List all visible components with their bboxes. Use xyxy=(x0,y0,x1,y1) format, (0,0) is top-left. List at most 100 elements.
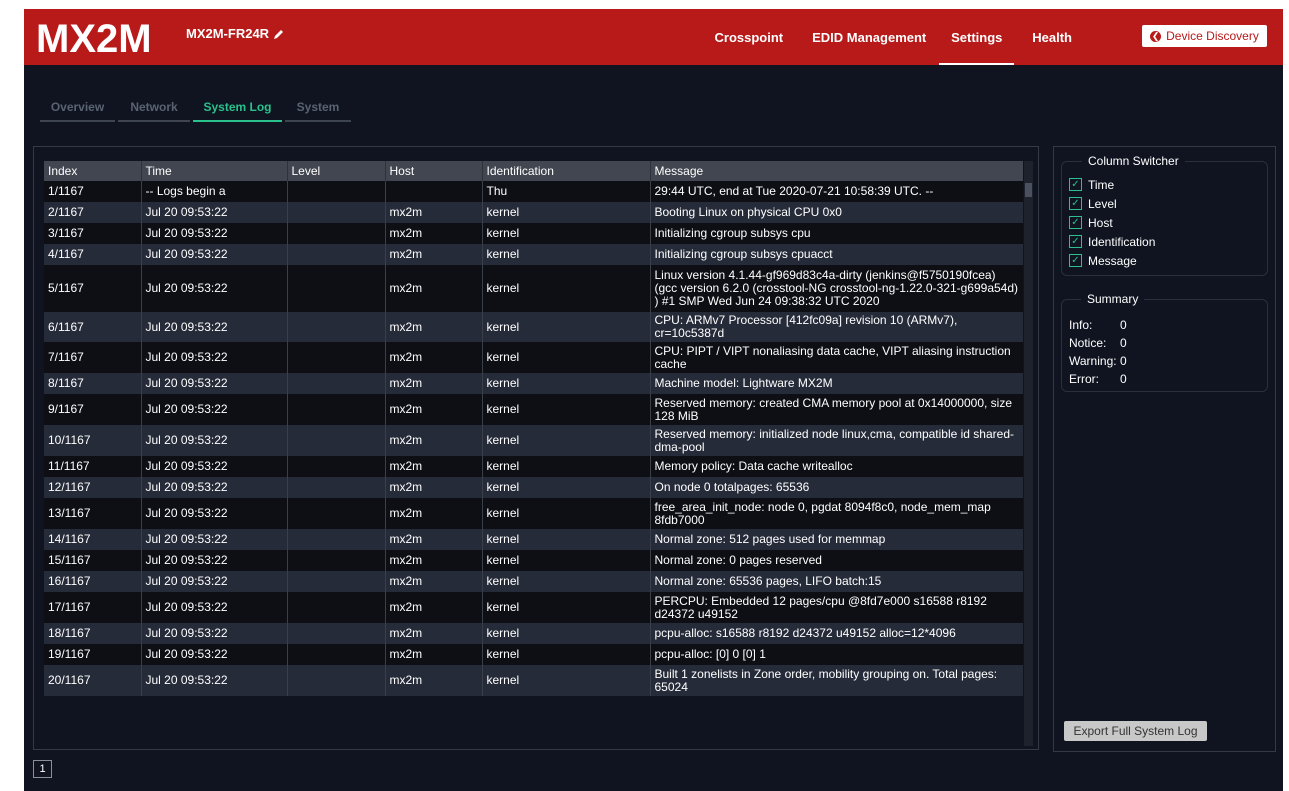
column-toggle-identification[interactable]: ✓ Identification xyxy=(1062,232,1155,251)
col-header-level[interactable]: Level xyxy=(287,161,386,181)
col-header-message[interactable]: Message xyxy=(650,161,1023,181)
cell-time: Jul 20 09:53:22 xyxy=(141,244,288,265)
device-name[interactable]: MX2M-FR24R xyxy=(186,26,285,41)
table-row[interactable]: 4/1167 Jul 20 09:53:22 mx2m kernel Initializ… xyxy=(44,244,1023,265)
cell-index: 1/1167 xyxy=(44,181,142,202)
col-header-index[interactable]: Index xyxy=(44,161,142,181)
checkbox-icon[interactable]: ✓ xyxy=(1069,216,1082,229)
cell-index: 7/1167 xyxy=(44,342,142,373)
cell-level xyxy=(287,394,386,425)
cell-level xyxy=(287,456,386,477)
col-header-host[interactable]: Host xyxy=(385,161,483,181)
table-row[interactable]: 10/1167 Jul 20 09:53:22 mx2m kernel Reserved… xyxy=(44,425,1023,456)
cell-index: 14/1167 xyxy=(44,529,142,550)
pagination-page-button[interactable]: 1 xyxy=(33,760,52,778)
tab-system-label: System xyxy=(296,100,340,114)
cell-identification: kernel xyxy=(482,477,651,498)
checkbox-icon[interactable]: ✓ xyxy=(1069,178,1082,191)
cell-message: pcpu-alloc: [0] 0 [0] 1 xyxy=(650,644,1023,665)
table-row[interactable]: 3/1167 Jul 20 09:53:22 mx2m kernel Initializ… xyxy=(44,223,1023,244)
tab-system-log[interactable]: System Log xyxy=(193,100,282,122)
checkbox-icon[interactable]: ✓ xyxy=(1069,254,1082,267)
cell-level xyxy=(287,592,386,623)
cell-index: 6/1167 xyxy=(44,312,142,342)
checkbox-icon[interactable]: ✓ xyxy=(1069,235,1082,248)
table-row[interactable]: 16/1167 Jul 20 09:53:22 mx2m kernel Normal z… xyxy=(44,571,1023,592)
table-row[interactable]: 12/1167 Jul 20 09:53:22 mx2m kernel On node … xyxy=(44,477,1023,498)
device-discovery-label: Device Discovery xyxy=(1166,29,1259,43)
summary-list: Info: 0 Notice: 0 Warning: 0 Error: 0 xyxy=(1069,316,1127,388)
table-row[interactable]: 2/1167 Jul 20 09:53:22 mx2m kernel Booting L… xyxy=(44,202,1023,223)
cell-index: 16/1167 xyxy=(44,571,142,592)
summary-row: Notice: 0 xyxy=(1069,334,1127,352)
table-row[interactable]: 5/1167 Jul 20 09:53:22 mx2m kernel Linux ver… xyxy=(44,265,1023,312)
column-toggle-label: Message xyxy=(1088,253,1137,268)
log-table-container[interactable]: Index Time Level Host Identification Mes… xyxy=(44,161,1023,746)
table-row[interactable]: 1/1167 -- Logs begin a Thu 29:44 UTC, end a… xyxy=(44,181,1023,202)
checkbox-icon[interactable]: ✓ xyxy=(1069,197,1082,210)
cell-time: Jul 20 09:53:22 xyxy=(141,223,288,244)
col-header-identification[interactable]: Identification xyxy=(482,161,651,181)
cell-host: mx2m xyxy=(385,394,483,425)
back-arrow-icon: ❮ xyxy=(1150,30,1162,42)
app-window: MX2M MX2M-FR24R Crosspoint EDID Manageme… xyxy=(24,9,1283,791)
table-row[interactable]: 19/1167 Jul 20 09:53:22 mx2m kernel pcpu-all… xyxy=(44,644,1023,665)
tab-system-log-label: System Log xyxy=(203,100,272,114)
col-header-time[interactable]: Time xyxy=(141,161,288,181)
cell-identification: kernel xyxy=(482,265,651,312)
column-toggle-message[interactable]: ✓ Message xyxy=(1062,251,1155,270)
nav-health[interactable]: Health xyxy=(1014,9,1072,65)
log-scrollbar[interactable] xyxy=(1024,161,1033,746)
table-row[interactable]: 18/1167 Jul 20 09:53:22 mx2m kernel pcpu-all… xyxy=(44,623,1023,644)
table-row[interactable]: 9/1167 Jul 20 09:53:22 mx2m kernel Reserved … xyxy=(44,394,1023,425)
table-row[interactable]: 8/1167 Jul 20 09:53:22 mx2m kernel Machine m… xyxy=(44,373,1023,394)
table-row[interactable]: 20/1167 Jul 20 09:53:22 mx2m kernel Built 1 … xyxy=(44,665,1023,696)
header-bar: MX2M MX2M-FR24R Crosspoint EDID Manageme… xyxy=(24,9,1283,65)
cell-level xyxy=(287,623,386,644)
pencil-icon[interactable] xyxy=(273,28,285,40)
table-row[interactable]: 13/1167 Jul 20 09:53:22 mx2m kernel free_are… xyxy=(44,498,1023,529)
cell-message: Initializing cgroup subsys cpuacct xyxy=(650,244,1023,265)
cell-identification: kernel xyxy=(482,312,651,342)
tab-system[interactable]: System xyxy=(285,100,351,122)
tab-overview[interactable]: Overview xyxy=(40,100,115,122)
summary-value: 0 xyxy=(1120,354,1127,368)
column-toggle-label: Host xyxy=(1088,215,1113,230)
cell-index: 10/1167 xyxy=(44,425,142,456)
cell-identification: kernel xyxy=(482,373,651,394)
cell-time: Jul 20 09:53:22 xyxy=(141,498,288,529)
cell-index: 17/1167 xyxy=(44,592,142,623)
table-row[interactable]: 7/1167 Jul 20 09:53:22 mx2m kernel CPU: PIPT… xyxy=(44,342,1023,373)
device-discovery-button[interactable]: ❮ Device Discovery xyxy=(1142,25,1267,47)
column-toggle-level[interactable]: ✓ Level xyxy=(1062,194,1155,213)
log-scrollbar-thumb[interactable] xyxy=(1025,183,1032,197)
cell-level xyxy=(287,665,386,696)
side-panel: Column Switcher ✓ Time ✓ Level ✓ Host ✓ Identif… xyxy=(1053,146,1276,752)
cell-identification: kernel xyxy=(482,223,651,244)
column-switcher: Column Switcher ✓ Time ✓ Level ✓ Host ✓ Identif… xyxy=(1061,154,1268,276)
cell-host: mx2m xyxy=(385,592,483,623)
table-row[interactable]: 11/1167 Jul 20 09:53:22 mx2m kernel Memory p… xyxy=(44,456,1023,477)
cell-message: Initializing cgroup subsys cpu xyxy=(650,223,1023,244)
cell-index: 5/1167 xyxy=(44,265,142,312)
nav-edid-management[interactable]: EDID Management xyxy=(799,9,939,65)
cell-host: mx2m xyxy=(385,265,483,312)
tab-network[interactable]: Network xyxy=(118,100,190,122)
nav-settings[interactable]: Settings xyxy=(939,9,1015,65)
table-row[interactable]: 17/1167 Jul 20 09:53:22 mx2m kernel PERCPU: … xyxy=(44,592,1023,623)
cell-identification: kernel xyxy=(482,571,651,592)
column-toggle-host[interactable]: ✓ Host xyxy=(1062,213,1155,232)
cell-identification: kernel xyxy=(482,456,651,477)
cell-level xyxy=(287,529,386,550)
export-log-button[interactable]: Export Full System Log xyxy=(1064,721,1207,741)
table-row[interactable]: 6/1167 Jul 20 09:53:22 mx2m kernel CPU: ARMv… xyxy=(44,312,1023,342)
table-row[interactable]: 14/1167 Jul 20 09:53:22 mx2m kernel Normal z… xyxy=(44,529,1023,550)
cell-host: mx2m xyxy=(385,244,483,265)
table-row[interactable]: 15/1167 Jul 20 09:53:22 mx2m kernel Normal z… xyxy=(44,550,1023,571)
column-toggle-time[interactable]: ✓ Time xyxy=(1062,175,1155,194)
nav-crosspoint[interactable]: Crosspoint xyxy=(702,9,800,65)
cell-message: Normal zone: 0 pages reserved xyxy=(650,550,1023,571)
cell-level xyxy=(287,644,386,665)
cell-level xyxy=(287,550,386,571)
summary-row: Info: 0 xyxy=(1069,316,1127,334)
